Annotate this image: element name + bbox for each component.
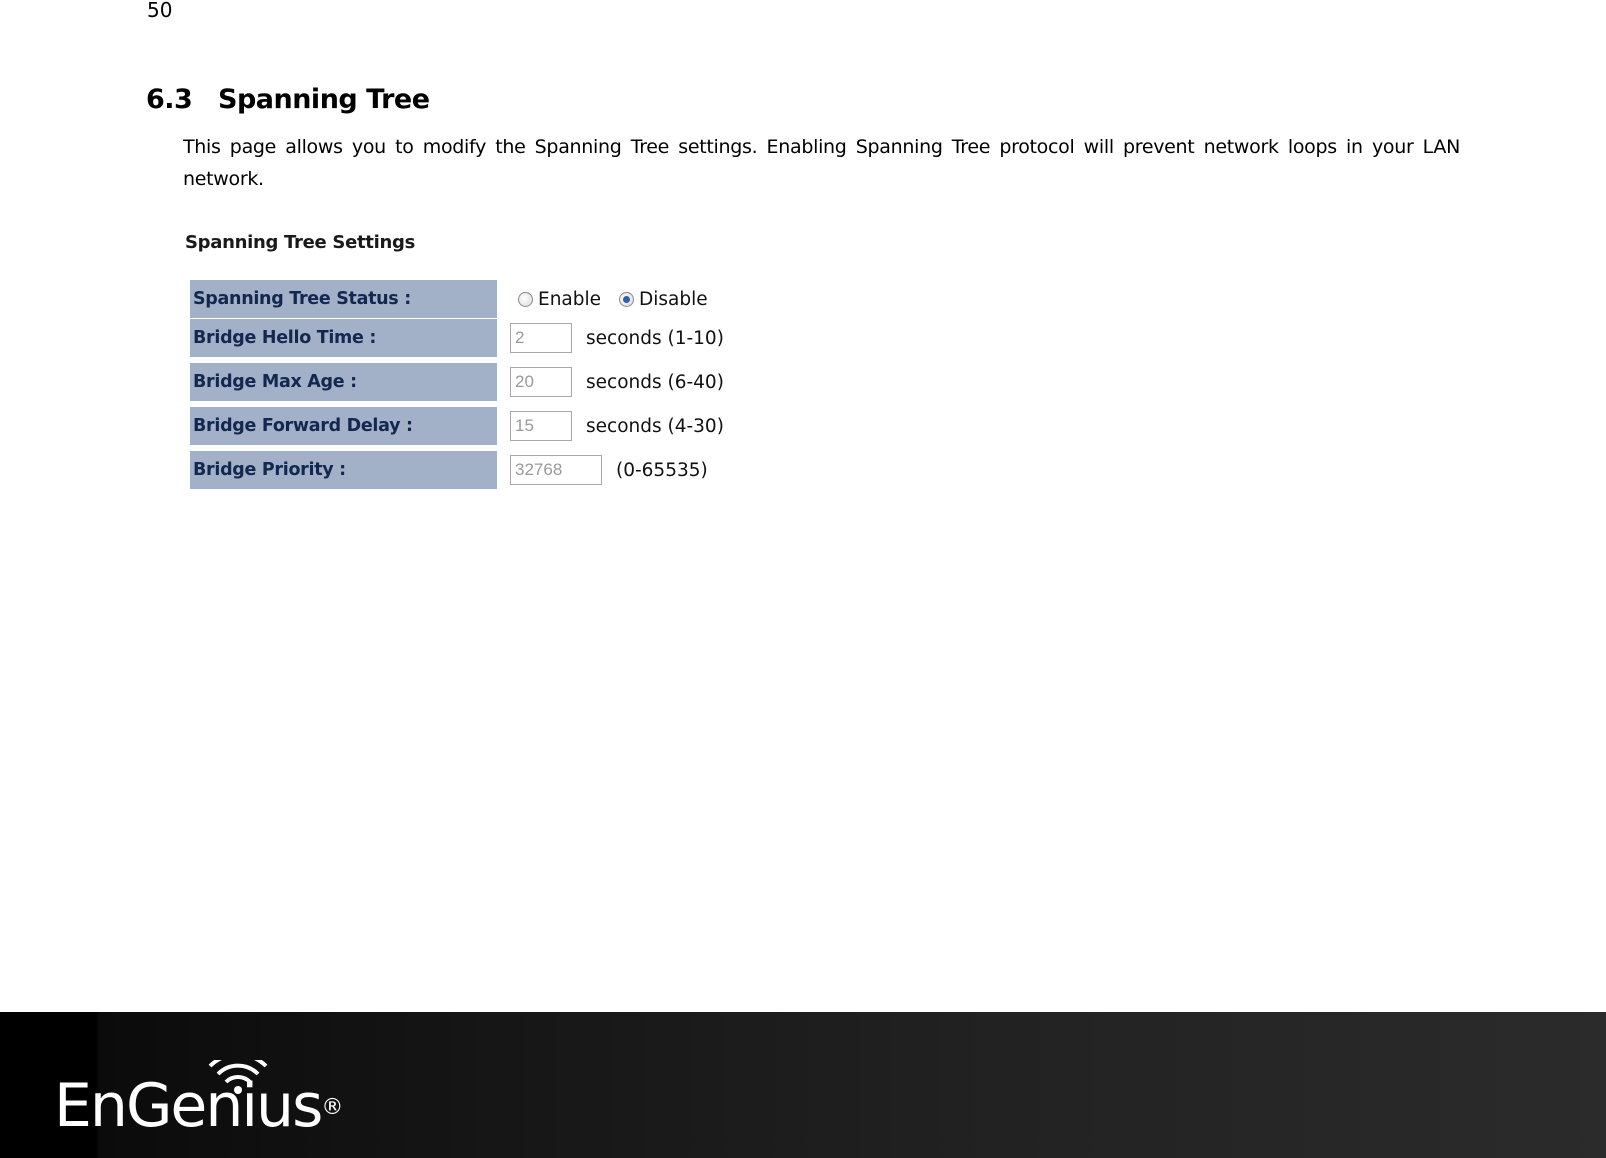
- hello-time-value: seconds (1-10): [510, 319, 724, 357]
- settings-title: Spanning Tree Settings: [185, 232, 415, 253]
- max-age-row: Bridge Max Age : seconds (6-40): [190, 363, 740, 401]
- priority-input[interactable]: [510, 455, 602, 485]
- forward-delay-input[interactable]: [510, 411, 572, 441]
- forward-delay-row: Bridge Forward Delay : seconds (4-30): [190, 407, 740, 445]
- registered-mark: ®: [321, 1095, 344, 1120]
- hello-time-unit: seconds (1-10): [586, 327, 724, 349]
- forward-delay-value: seconds (4-30): [510, 407, 724, 445]
- status-options: Enable Disable: [518, 280, 726, 318]
- status-row: Spanning Tree Status : Enable Disable: [190, 280, 740, 318]
- hello-time-label: Bridge Hello Time :: [190, 319, 497, 357]
- priority-label: Bridge Priority :: [190, 451, 497, 489]
- spanning-tree-settings-panel: Spanning Tree Settings Spanning Tree Sta…: [180, 222, 740, 512]
- forward-delay-label: Bridge Forward Delay :: [190, 407, 497, 445]
- status-label: Spanning Tree Status :: [190, 280, 497, 318]
- brand-name: EnGenius: [54, 1071, 323, 1141]
- engenius-logo: EnGenius®: [54, 1076, 343, 1136]
- enable-label: Enable: [538, 288, 602, 310]
- priority-unit: (0-65535): [616, 459, 708, 481]
- enable-radio[interactable]: Enable: [518, 289, 601, 310]
- radio-unchecked-icon[interactable]: [518, 291, 533, 307]
- hello-time-input[interactable]: [510, 323, 572, 353]
- max-age-input[interactable]: [510, 367, 572, 397]
- forward-delay-unit: seconds (4-30): [586, 415, 724, 437]
- disable-radio[interactable]: Disable: [619, 289, 708, 310]
- section-number: 6.3: [146, 84, 193, 115]
- page-number: 50: [147, 0, 173, 22]
- description-paragraph: This page allows you to modify the Spann…: [183, 136, 1460, 190]
- disable-label: Disable: [639, 288, 708, 310]
- section-heading: 6.3 Spanning Tree: [146, 84, 430, 115]
- footer-band: EnGenius®: [0, 1012, 1606, 1158]
- priority-value: (0-65535): [510, 451, 708, 489]
- hello-time-row: Bridge Hello Time : seconds (1-10): [190, 319, 740, 357]
- max-age-label: Bridge Max Age :: [190, 363, 497, 401]
- section-title: Spanning Tree: [218, 84, 430, 115]
- priority-row: Bridge Priority : (0-65535): [190, 451, 740, 489]
- max-age-value: seconds (6-40): [510, 363, 724, 401]
- max-age-unit: seconds (6-40): [586, 371, 724, 393]
- radio-checked-icon[interactable]: [619, 291, 635, 307]
